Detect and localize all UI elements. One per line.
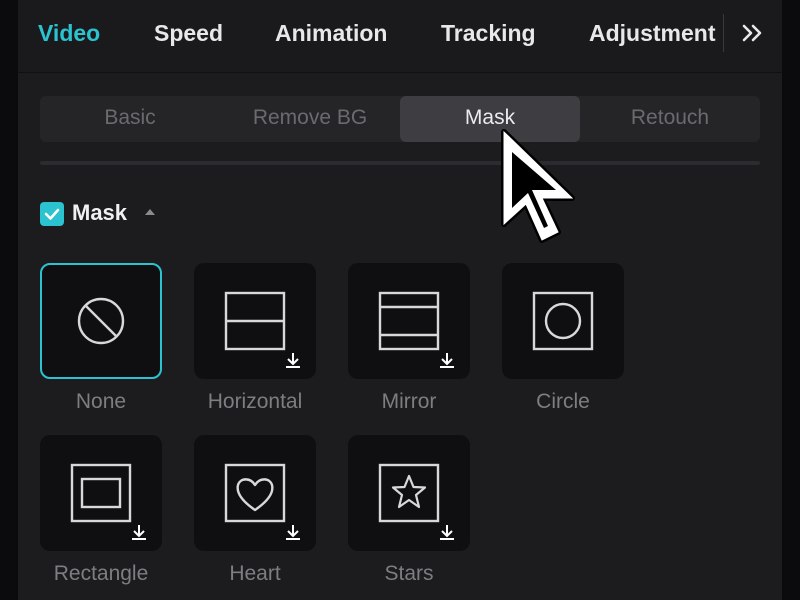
tab-speed[interactable]: Speed [154, 18, 223, 48]
properties-panel: Video Speed Animation Tracking Adjustmen… [18, 0, 782, 600]
download-icon [440, 525, 454, 540]
mask-label-stars: Stars [384, 562, 434, 585]
checkmark-icon [44, 208, 60, 220]
mouse-cursor-icon [501, 129, 575, 243]
tab-adjustment[interactable]: Adjustment [589, 18, 716, 48]
mask-checkbox[interactable] [40, 202, 64, 226]
circle-mask-icon [532, 291, 594, 351]
download-icon [440, 353, 454, 368]
download-icon [286, 525, 300, 540]
download-icon [132, 525, 146, 540]
more-tabs-button[interactable] [736, 16, 770, 50]
double-chevron-right-icon [742, 24, 762, 42]
mask-tile-none[interactable] [40, 263, 162, 379]
tab-separator [723, 14, 724, 52]
top-tab-bar: Video Speed Animation Tracking Adjustmen… [18, 0, 782, 73]
tab-tracking[interactable]: Tracking [441, 18, 536, 48]
mask-label-none: None [75, 390, 127, 413]
mask-tile-mirror[interactable] [348, 263, 470, 379]
mask-label-horizontal: Horizontal [207, 390, 303, 413]
tab-animation[interactable]: Animation [275, 18, 387, 48]
mask-label-circle: Circle [536, 390, 590, 413]
none-icon [77, 297, 125, 345]
collapse-toggle[interactable] [142, 204, 158, 220]
mask-tile-heart[interactable] [194, 435, 316, 551]
subtab-remove-bg[interactable]: Remove BG [220, 96, 400, 142]
mask-tile-horizontal[interactable] [194, 263, 316, 379]
mask-section-title: Mask [72, 200, 128, 225]
mask-tile-rectangle[interactable] [40, 435, 162, 551]
section-divider [40, 161, 760, 165]
tab-video[interactable]: Video [38, 18, 100, 48]
sub-tab-bar: Basic Remove BG Mask Retouch [40, 96, 760, 142]
mask-tile-circle[interactable] [502, 263, 624, 379]
mask-label-rectangle: Rectangle [53, 562, 149, 585]
subtab-basic[interactable]: Basic [40, 96, 220, 142]
mask-tile-stars[interactable] [348, 435, 470, 551]
download-icon [286, 353, 300, 368]
mask-label-mirror: Mirror [381, 390, 437, 413]
caret-up-icon [145, 209, 155, 215]
subtab-retouch[interactable]: Retouch [580, 96, 760, 142]
mask-label-heart: Heart [229, 562, 281, 585]
